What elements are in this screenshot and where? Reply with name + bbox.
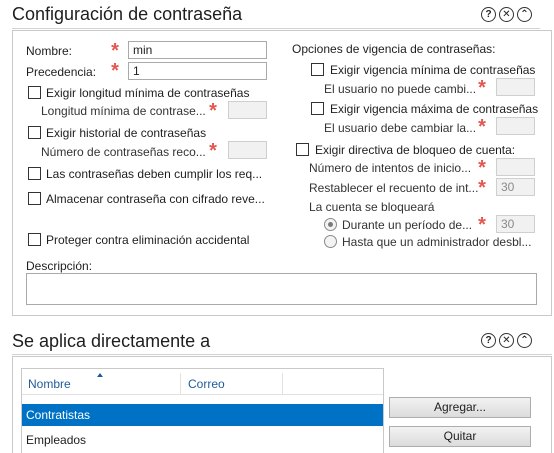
locked-label: La cuenta se bloqueará (309, 200, 435, 214)
precedence-label: Precedencia: (26, 65, 97, 79)
remove-button[interactable]: Quitar (389, 426, 531, 447)
section-title-applies-to: Se aplica directamente a (12, 331, 211, 351)
table-row[interactable]: Empleados (22, 429, 383, 451)
description-label: Descripción: (26, 259, 93, 273)
until-admin-radio-label: Hasta que un administrador desbl... (342, 235, 532, 249)
description-input[interactable] (26, 273, 537, 305)
min-length-checkbox[interactable] (28, 86, 41, 99)
min-age-input[interactable] (496, 78, 535, 96)
name-label: Nombre: (26, 44, 73, 58)
history-count-input[interactable] (228, 141, 267, 159)
column-header-name[interactable]: Nombre (28, 369, 71, 395)
section-title-password-settings: Configuración de contraseña (12, 4, 243, 24)
lockout-label: Exigir directiva de bloqueo de cuenta: (315, 143, 516, 157)
title-underline (12, 354, 552, 355)
required-asterisk-icon: * (209, 140, 217, 162)
history-label: Exigir historial de contraseñas (46, 126, 207, 140)
sort-ascending-icon (97, 373, 103, 377)
min-age-checkbox[interactable] (311, 63, 324, 76)
title-underline (12, 28, 540, 29)
row-name: Contratistas (26, 408, 91, 422)
collapse-icon[interactable]: ⌃ (517, 7, 532, 22)
required-asterisk-icon: * (478, 116, 486, 138)
max-age-sub-label: El usuario debe cambiar la... (324, 121, 477, 135)
reversible-encryption-checkbox[interactable] (28, 192, 41, 205)
reset-count-input[interactable]: 30 (496, 178, 535, 196)
grid-header: Nombre Correo (22, 369, 383, 395)
max-age-label: Exigir vigencia máxima de contraseñas (330, 102, 539, 116)
reversible-encryption-label: Almacenar contraseña con cifrado reve... (46, 192, 265, 206)
required-asterisk-icon: * (478, 157, 486, 179)
collapse-icon[interactable]: ⌃ (517, 333, 532, 348)
help-icon[interactable]: ? (481, 7, 496, 22)
complexity-checkbox[interactable] (28, 167, 41, 180)
history-checkbox[interactable] (28, 126, 41, 139)
section-gap (0, 317, 554, 327)
min-length-label: Exigir longitud mínima de contraseñas (46, 86, 250, 100)
column-header-email[interactable]: Correo (188, 369, 225, 395)
table-row[interactable]: Contratistas (22, 404, 383, 426)
protect-deletion-label: Proteger contra eliminación accidental (46, 233, 250, 247)
min-age-sub-label: El usuario no puede cambi... (324, 82, 477, 96)
min-age-label: Exigir vigencia mínima de contraseñas (330, 63, 536, 77)
max-age-input[interactable] (496, 117, 535, 135)
min-length-input[interactable] (228, 101, 267, 119)
reset-count-label: Restablecer el recuento de int... (309, 181, 479, 195)
column-separator (282, 373, 283, 395)
history-count-label: Número de contraseñas reco... (41, 145, 206, 159)
name-input[interactable]: min (128, 41, 267, 59)
required-asterisk-icon: * (478, 214, 486, 236)
required-asterisk-icon: * (111, 40, 119, 62)
applies-to-grid: Nombre Correo Contratistas Empleados (21, 368, 384, 453)
expiration-header: Opciones de vigencia de contraseñas: (292, 42, 496, 56)
min-length-value-label: Longitud mínima de contrase... (41, 104, 206, 118)
row-name: Empleados (26, 433, 87, 447)
lockout-checkbox[interactable] (296, 143, 309, 156)
help-icon[interactable]: ? (481, 333, 496, 348)
add-button[interactable]: Agregar... (389, 397, 531, 418)
required-asterisk-icon: * (478, 177, 486, 199)
duration-input[interactable]: 30 (496, 215, 535, 233)
required-asterisk-icon: * (111, 60, 119, 82)
failed-attempts-label: Número de intentos de inicio... (309, 161, 472, 175)
duration-radio-label: Durante un período de... (342, 218, 473, 232)
precedence-input[interactable]: 1 (128, 62, 267, 80)
protect-deletion-checkbox[interactable] (28, 233, 41, 246)
close-icon[interactable]: ✕ (499, 7, 514, 22)
until-admin-radio[interactable] (324, 235, 337, 248)
close-icon[interactable]: ✕ (499, 333, 514, 348)
failed-attempts-input[interactable] (496, 158, 535, 176)
column-separator (180, 373, 181, 395)
complexity-label: Las contraseñas deben cumplir los req... (46, 167, 263, 181)
required-asterisk-icon: * (209, 100, 217, 122)
duration-radio[interactable] (324, 218, 337, 231)
required-asterisk-icon: * (478, 77, 486, 99)
max-age-checkbox[interactable] (311, 102, 324, 115)
